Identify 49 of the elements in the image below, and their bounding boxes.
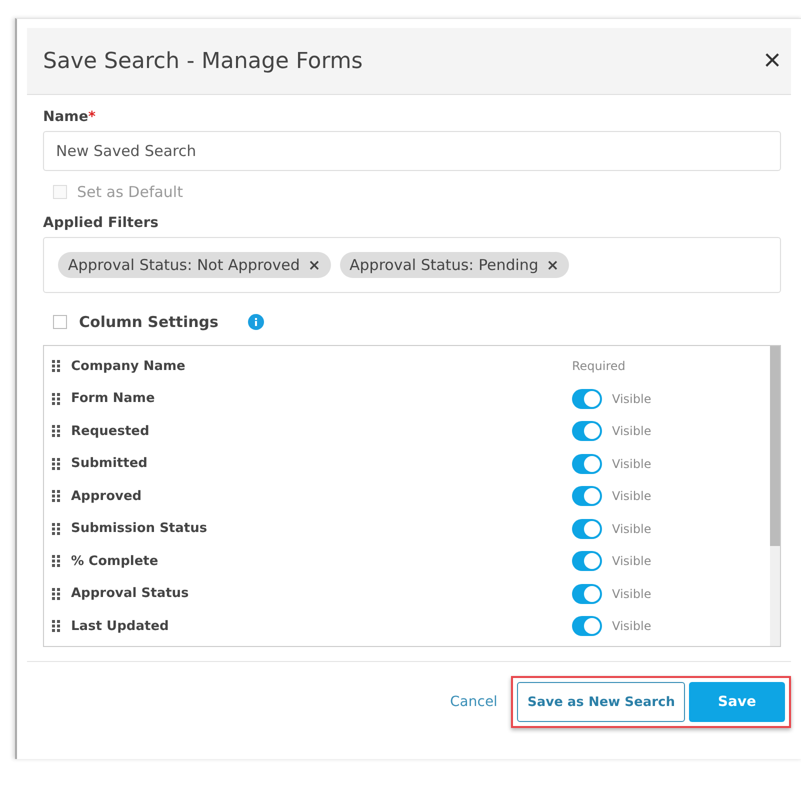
drag-handle-icon[interactable] [52, 620, 60, 632]
column-name: Last Updated [71, 618, 170, 634]
toggle-status: Visible [612, 392, 652, 406]
column-name: % Complete [71, 554, 160, 569]
drag-handle-icon[interactable] [52, 522, 60, 535]
required-status: Required [572, 359, 626, 374]
section-label: Applied Filters [43, 215, 160, 231]
column-name: Submission Status [71, 521, 208, 536]
drag-handle-icon[interactable] [52, 392, 60, 405]
drag-handle-icon[interactable] [52, 588, 60, 600]
filter-chip[interactable]: Approval Status: Not Approved × [58, 252, 331, 278]
column-name: Company Name [71, 358, 186, 374]
visibility-toggle[interactable] [572, 454, 602, 474]
drag-handle-icon[interactable] [52, 360, 60, 372]
toggle-status: Visible [612, 522, 652, 536]
column-name: Requested [71, 424, 150, 439]
visibility-toggle[interactable] [572, 551, 602, 572]
visibility-toggle[interactable] [572, 616, 602, 636]
toggle-status: Visible [612, 554, 652, 568]
visibility-toggle[interactable] [572, 486, 602, 506]
close-button[interactable]: × [763, 46, 781, 76]
toggle-status: Visible [612, 619, 652, 634]
save-as-new-button[interactable]: Save as New Search [517, 682, 685, 722]
drag-handle-icon[interactable] [52, 490, 60, 502]
info-icon[interactable] [248, 314, 264, 330]
drag-handle-icon[interactable] [52, 425, 60, 438]
toggle-status: Visible [612, 586, 652, 601]
checkbox-label: Set as Default [77, 183, 183, 201]
cancel-link[interactable]: Cancel [450, 694, 498, 710]
visibility-toggle[interactable] [572, 518, 602, 539]
toggle-status: Visible [612, 489, 652, 504]
column-name: Submitted [71, 456, 148, 472]
filter-chip[interactable]: Approval Status: Pending × [340, 252, 569, 278]
visibility-toggle[interactable] [572, 584, 602, 604]
column-name: Form Name [71, 391, 156, 406]
toggle-status: Visible [612, 456, 652, 471]
name-input[interactable]: New Saved Search [43, 131, 781, 171]
visibility-toggle[interactable] [572, 388, 602, 409]
checkbox[interactable] [53, 315, 67, 329]
column-name: Approval Status [71, 586, 190, 602]
toggle-status: Visible [612, 424, 652, 438]
scrollbar[interactable] [770, 346, 780, 646]
dialog-title: Save Search - Manage Forms [43, 48, 363, 74]
drag-handle-icon[interactable] [52, 555, 60, 568]
column-name: Approved [71, 488, 143, 504]
visibility-toggle[interactable] [572, 421, 602, 442]
field-label: Name* [43, 109, 97, 125]
checkbox-label: Column Settings [79, 313, 218, 331]
drag-handle-icon[interactable] [52, 458, 60, 470]
